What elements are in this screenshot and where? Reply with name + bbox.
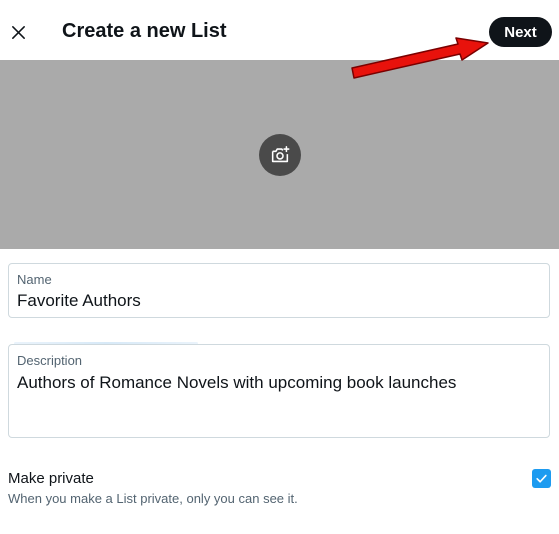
make-private-help-text: When you make a List private, only you c… [8, 491, 298, 506]
add-photo-button[interactable] [259, 134, 301, 176]
page-title: Create a new List [62, 20, 227, 42]
create-list-modal: Create a new List Next Name Favorite Aut… [0, 0, 559, 534]
close-icon [11, 25, 25, 39]
make-private-checkbox[interactable] [532, 469, 551, 488]
description-field-value[interactable]: Authors of Romance Novels with upcoming … [17, 373, 456, 393]
name-field-label: Name [17, 272, 52, 287]
description-field-label: Description [17, 353, 83, 368]
make-private-label: Make private [8, 470, 94, 487]
checkmark-icon [536, 474, 547, 483]
name-field-value[interactable]: Favorite Authors [17, 291, 141, 311]
next-button[interactable]: Next [489, 17, 552, 47]
close-button[interactable] [4, 12, 32, 52]
add-photo-icon [271, 145, 290, 163]
name-field[interactable]: Name Favorite Authors [8, 263, 550, 318]
modal-header: Create a new List Next [0, 0, 559, 60]
description-field[interactable]: Description Authors of Romance Novels wi… [8, 344, 550, 438]
